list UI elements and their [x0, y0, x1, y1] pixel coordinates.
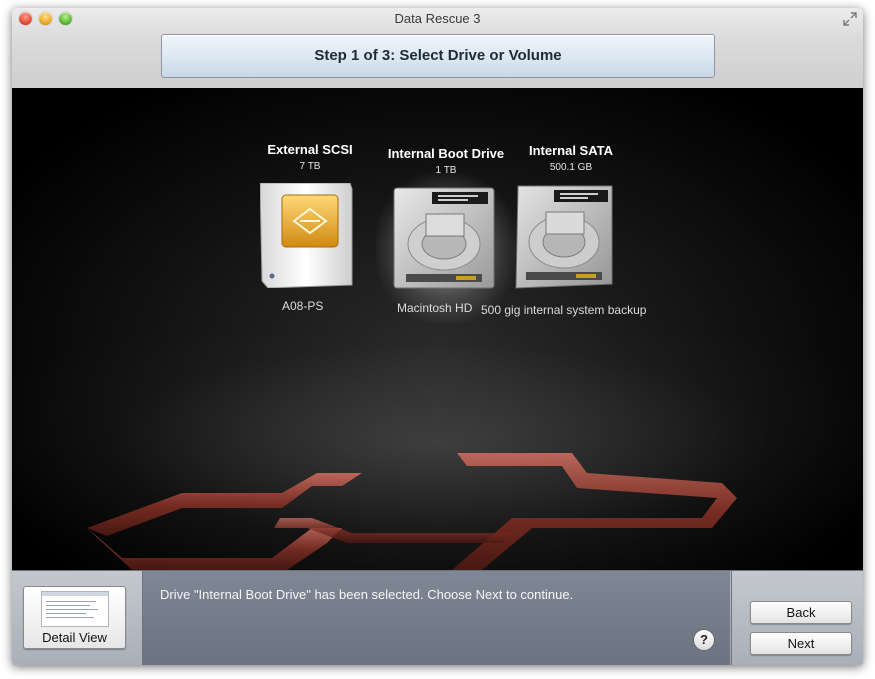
detail-view-thumbnail-icon [41, 591, 109, 627]
detail-panel: Detail View [12, 571, 143, 665]
next-button[interactable]: Next [750, 632, 852, 655]
detail-view-button[interactable]: Detail View [23, 586, 126, 649]
drive-size: 1 TB [435, 165, 457, 176]
fullscreen-icon[interactable] [843, 12, 857, 26]
step-title: Step 1 of 3: Select Drive or Volume [314, 47, 562, 64]
title-bar: Data Rescue 3 Step 1 of 3: Select Drive … [12, 8, 863, 88]
bottom-bar: Detail View Drive "Internal Boot Drive" … [12, 570, 863, 665]
navigation-panel: Back Next [731, 571, 863, 665]
status-message: Drive "Internal Boot Drive" has been sel… [160, 587, 574, 602]
help-button[interactable]: ? [693, 629, 715, 651]
detail-view-label: Detail View [42, 630, 107, 645]
status-message-area: Drive "Internal Boot Drive" has been sel… [143, 571, 730, 665]
volume-label[interactable]: Macintosh HD [397, 301, 472, 315]
drive-internal-sata[interactable]: Internal SATA 500.1 GB [516, 143, 626, 173]
drive-selection-area: External SCSI 7 TB A08-PS Internal Boot … [12, 88, 863, 570]
drive-size: 7 TB [299, 161, 321, 172]
drive-name: External SCSI [267, 142, 353, 157]
back-button[interactable]: Back [750, 601, 852, 624]
volume-label[interactable]: 500 gig internal system backup [481, 303, 646, 317]
drive-name: Internal SATA [528, 143, 614, 158]
app-window: Data Rescue 3 Step 1 of 3: Select Drive … [12, 8, 863, 665]
volume-label[interactable]: A08-PS [282, 299, 323, 313]
internal-hard-drive-icon[interactable] [514, 184, 616, 290]
step-banner: Step 1 of 3: Select Drive or Volume [161, 34, 715, 78]
window-title: Data Rescue 3 [394, 11, 481, 26]
drive-size: 500.1 GB [549, 162, 593, 173]
external-drive-icon[interactable] [260, 183, 354, 288]
drive-internal-boot-drive[interactable]: Internal Boot Drive 1 TB [374, 146, 518, 176]
drive-external-scsi[interactable]: External SCSI 7 TB [250, 142, 370, 172]
internal-hard-drive-icon[interactable] [392, 186, 496, 292]
drive-name: Internal Boot Drive [387, 146, 505, 161]
